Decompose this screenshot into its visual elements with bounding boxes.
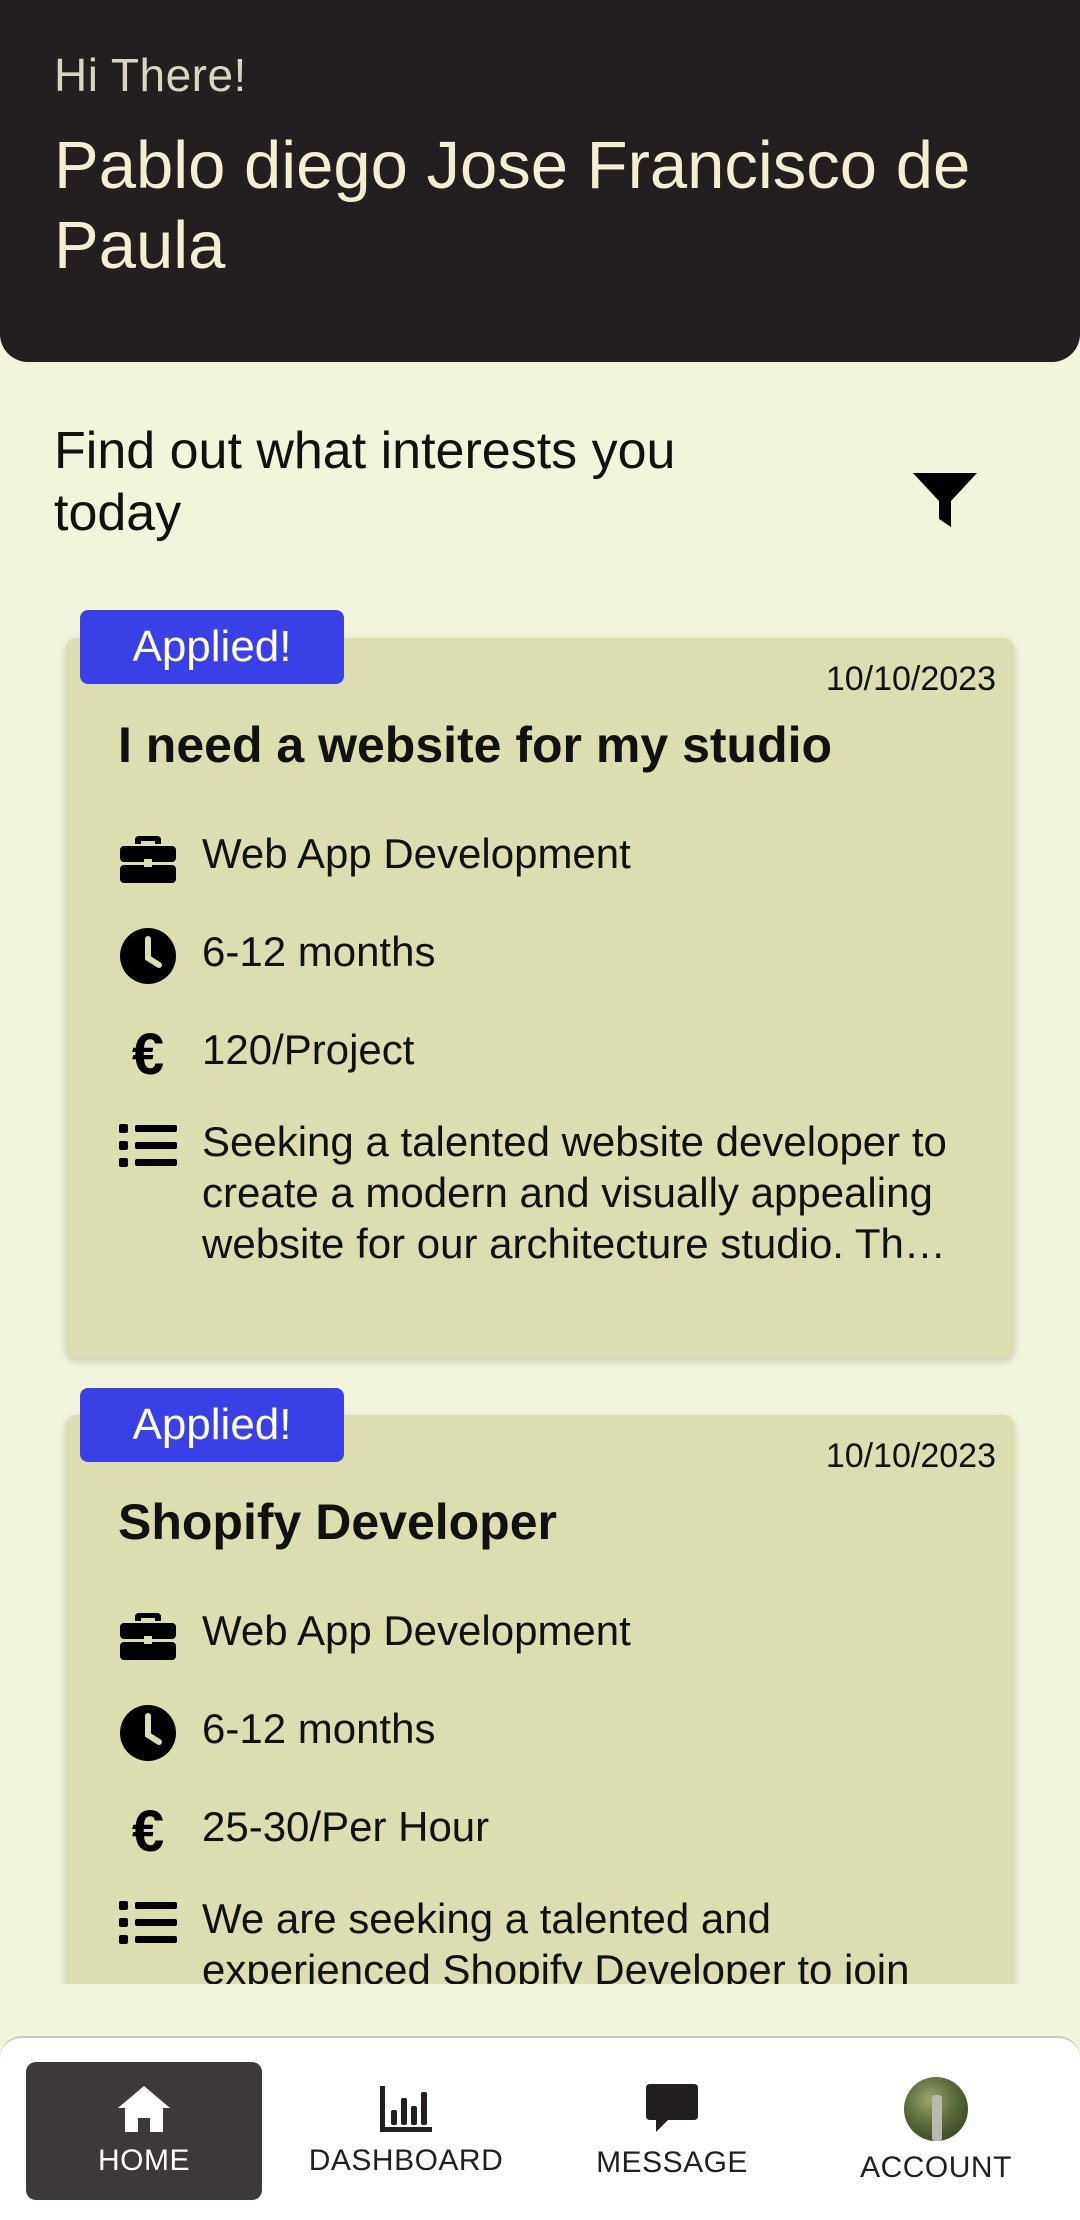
filter-button[interactable] xyxy=(900,460,990,540)
job-duration-row: 6-12 months xyxy=(118,1703,435,1763)
list-icon xyxy=(118,1116,178,1176)
nav-account[interactable]: ACCOUNT xyxy=(818,2062,1054,2200)
job-category: Web App Development xyxy=(202,1607,631,1654)
job-date: 10/10/2023 xyxy=(825,1437,996,1475)
nav-message[interactable]: MESSAGE xyxy=(554,2062,790,2200)
job-category-row: Web App Development xyxy=(118,828,631,888)
nav-dashboard[interactable]: DASHBOARD xyxy=(288,2062,524,2200)
job-rate-row: € 120/Project xyxy=(118,1021,415,1087)
briefcase-icon xyxy=(118,828,178,888)
nav-message-label: MESSAGE xyxy=(596,2146,748,2179)
job-duration: 6-12 months xyxy=(202,1705,436,1752)
job-description: Seeking a talented website developer to … xyxy=(202,1118,947,1267)
nav-dashboard-label: DASHBOARD xyxy=(308,2144,504,2177)
job-title: I need a website for my studio xyxy=(118,717,833,773)
filter-icon xyxy=(913,473,977,527)
job-date: 10/10/2023 xyxy=(825,660,996,698)
job-duration: 6-12 months xyxy=(202,928,436,975)
list-icon xyxy=(118,1893,178,1953)
home-icon xyxy=(118,2086,170,2132)
euro-icon: € xyxy=(131,1021,165,1087)
clock-icon xyxy=(118,926,178,986)
bar-chart-icon xyxy=(380,2086,432,2132)
chat-bubble-icon xyxy=(646,2084,698,2132)
euro-icon: € xyxy=(131,1798,165,1864)
clock-icon xyxy=(118,1703,178,1763)
job-card[interactable]: 10/10/2023 Shopify Developer Web App Dev… xyxy=(66,1415,1014,1984)
header: Hi There! Pablo diego Jose Francisco de … xyxy=(0,0,1080,362)
job-description: We are seeking a talented and experience… xyxy=(202,1895,910,1984)
job-rate: 25-30/Per Hour xyxy=(202,1803,490,1850)
briefcase-icon xyxy=(118,1605,178,1665)
nav-home-label: HOME xyxy=(98,2144,190,2177)
applied-badge: Applied! xyxy=(80,610,344,684)
avatar xyxy=(904,2077,968,2141)
job-card[interactable]: 10/10/2023 I need a website for my studi… xyxy=(66,638,1014,1358)
job-category-row: Web App Development xyxy=(118,1605,631,1665)
job-duration-row: 6-12 months xyxy=(118,926,435,986)
bottom-nav: HOME DASHBOARD MESSAGE ACCOUNT xyxy=(0,2036,1080,2220)
nav-home[interactable]: HOME xyxy=(26,2062,262,2200)
nav-account-label: ACCOUNT xyxy=(860,2151,1012,2184)
user-name: Pablo diego Jose Francisco de Paula xyxy=(54,128,971,283)
job-list[interactable]: 10/10/2023 I need a website for my studi… xyxy=(0,600,1080,1984)
greeting: Hi There! xyxy=(54,49,247,101)
applied-badge: Applied! xyxy=(80,1388,344,1462)
job-title: Shopify Developer xyxy=(118,1494,557,1550)
job-category: Web App Development xyxy=(202,830,631,877)
job-description-row: We are seeking a talented and experience… xyxy=(118,1893,962,1984)
section-title: Find out what interests you today xyxy=(54,422,676,542)
job-rate: 120/Project xyxy=(202,1026,415,1073)
job-description-row: Seeking a talented website developer to … xyxy=(118,1116,962,1269)
job-rate-row: € 25-30/Per Hour xyxy=(118,1798,490,1864)
